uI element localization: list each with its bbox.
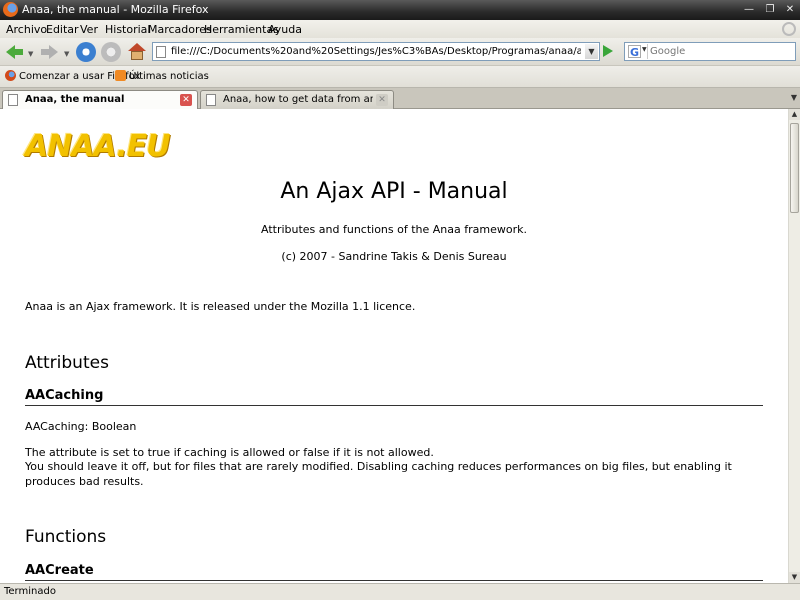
home-icon[interactable] [127, 42, 147, 62]
status-text: Terminado [4, 586, 56, 597]
menu-historial[interactable]: Historial [105, 23, 150, 36]
menu-marcadores[interactable]: Marcadores [148, 23, 212, 36]
tab-anaa-manual[interactable]: Anaa, the manual ✕ [2, 90, 198, 110]
search-input[interactable] [650, 44, 794, 59]
tab-label: Anaa, how to get data from another HT... [223, 94, 373, 105]
window-titlebar: Anaa, the manual - Mozilla Firefox — ❐ ✕ [0, 0, 800, 20]
scroll-thumb[interactable] [790, 123, 799, 213]
stop-icon[interactable] [101, 42, 121, 62]
throbber-icon [782, 22, 796, 36]
url-text[interactable]: file:///C:/Documents%20and%20Settings/Je… [171, 46, 581, 57]
bookmark-latest-news[interactable]: Últimas noticias [115, 70, 209, 82]
search-engine-selector[interactable]: G ▼ [626, 44, 648, 59]
forward-arrow-icon [49, 45, 58, 59]
address-bar[interactable]: file:///C:/Documents%20and%20Settings/Je… [152, 42, 600, 61]
page-icon [8, 94, 18, 106]
menu-ver[interactable]: Ver [80, 23, 98, 36]
close-icon[interactable]: ✕ [783, 3, 797, 16]
google-icon: G [628, 45, 641, 59]
tab-bar: Anaa, the manual ✕ Anaa, how to get data… [0, 88, 800, 110]
maximize-icon[interactable]: ❐ [763, 3, 777, 16]
menu-archivo[interactable]: Archivo [6, 23, 47, 36]
page-icon [156, 46, 166, 58]
bookmarks-toolbar: Comenzar a usar Firefox Últimas noticias [0, 66, 800, 88]
forward-button[interactable] [40, 42, 60, 62]
minimize-icon[interactable]: — [742, 3, 756, 16]
rss-feed-icon [115, 70, 126, 81]
firefox-bookmark-icon [5, 70, 16, 81]
forward-history-dropdown-icon[interactable]: ▼ [64, 50, 69, 58]
aacreate-heading: AACreate [25, 563, 763, 581]
firefox-icon [3, 2, 18, 17]
menu-ayuda[interactable]: Ayuda [268, 23, 302, 36]
status-bar: Terminado [0, 583, 800, 600]
attributes-heading: Attributes [25, 353, 109, 373]
close-tab-icon[interactable]: ✕ [180, 94, 192, 106]
chevron-down-icon: ▼ [642, 46, 647, 53]
anaa-logo[interactable]: ANAA.EU [25, 129, 171, 164]
copyright: (c) 2007 - Sandrine Takis & Denis Sureau [281, 250, 507, 263]
reload-icon[interactable] [76, 42, 96, 62]
tab-list-dropdown-icon[interactable]: ▼ [791, 93, 797, 102]
tab-anaa-how-to[interactable]: Anaa, how to get data from another HT...… [200, 90, 394, 109]
menu-editar[interactable]: Editar [46, 23, 79, 36]
page-content: ANAA.EU An Ajax API - Manual Attributes … [0, 109, 788, 583]
page-icon [206, 94, 216, 106]
window-title: Anaa, the manual - Mozilla Firefox [22, 3, 209, 16]
functions-heading: Functions [25, 527, 107, 547]
page-subtitle: Attributes and functions of the Anaa fra… [260, 223, 527, 236]
tab-label: Anaa, the manual [25, 94, 125, 105]
vertical-scrollbar[interactable]: ▲ ▼ [788, 109, 800, 583]
back-history-dropdown-icon[interactable]: ▼ [28, 50, 33, 58]
aacaching-description-1: The attribute is set to true if caching … [25, 446, 434, 459]
scroll-down-icon[interactable]: ▼ [789, 572, 800, 583]
search-bar: G ▼ [624, 42, 796, 61]
intro-paragraph: Anaa is an Ajax framework. It is release… [25, 300, 416, 313]
page-title: An Ajax API - Manual [280, 179, 508, 204]
close-tab-icon[interactable]: ✕ [376, 94, 388, 106]
url-dropdown-icon[interactable]: ▼ [585, 44, 598, 59]
scroll-up-icon[interactable]: ▲ [789, 109, 800, 120]
back-button[interactable] [4, 42, 24, 62]
aacaching-heading: AACaching [25, 388, 763, 406]
menu-bar: Archivo Editar Ver Historial Marcadores … [0, 20, 800, 38]
go-icon[interactable] [603, 45, 613, 57]
aacaching-type: AACaching: Boolean [25, 420, 137, 433]
aacaching-description-2: You should leave it off, but for files t… [25, 460, 732, 488]
